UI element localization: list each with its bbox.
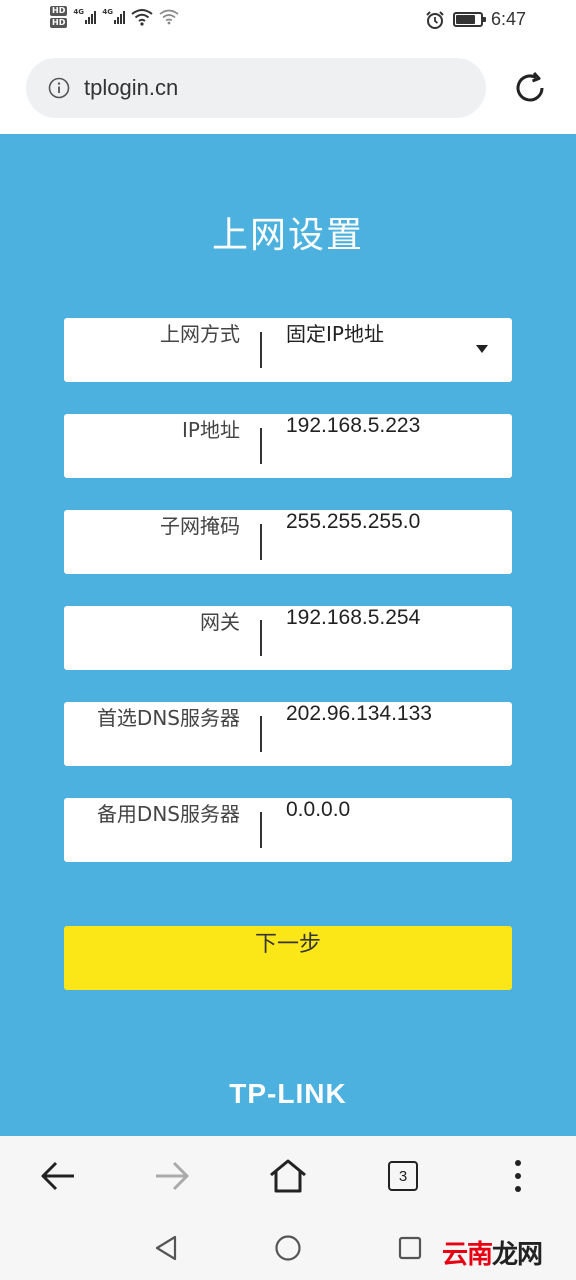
back-button[interactable]: [36, 1154, 80, 1198]
hd-icon: HD HD: [50, 6, 68, 28]
field-value[interactable]: 固定IP地址: [286, 318, 384, 382]
tabs-icon[interactable]: 3: [388, 1161, 418, 1191]
secondary-dns-field[interactable]: 备用DNS服务器 0.0.0.0: [64, 798, 512, 862]
ip-address-field[interactable]: IP地址 192.168.5.223: [64, 414, 512, 478]
hd-label: HD: [50, 6, 68, 16]
divider: [260, 332, 262, 368]
field-value[interactable]: 255.255.255.0: [286, 510, 420, 574]
field-label: 网关: [200, 610, 240, 634]
circle-home-icon[interactable]: [274, 1234, 302, 1262]
connection-type-select[interactable]: 上网方式 固定IP地址: [64, 318, 512, 382]
forward-button[interactable]: [150, 1154, 194, 1198]
page-title: 上网设置: [211, 215, 364, 256]
field-value[interactable]: 202.96.134.133: [286, 702, 432, 766]
home-icon[interactable]: [268, 1158, 308, 1194]
next-button[interactable]: 下一步: [64, 926, 512, 990]
field-label: IP地址: [182, 418, 240, 442]
system-recents-button[interactable]: [390, 1228, 430, 1268]
hd-label: HD: [50, 18, 68, 28]
field-value[interactable]: 192.168.5.223: [286, 414, 420, 478]
reload-icon[interactable]: [512, 70, 548, 106]
field-value[interactable]: 0.0.0.0: [286, 798, 350, 862]
alarm-icon: [426, 10, 444, 29]
field-label: 备用DNS服务器: [96, 802, 240, 826]
wifi-icon: [131, 9, 153, 26]
signal-icon: 4G: [102, 8, 126, 24]
divider: [260, 428, 262, 464]
divider: [260, 524, 262, 560]
status-right: 6:47: [425, 9, 526, 30]
address-bar[interactable]: tplogin.cn: [26, 58, 486, 118]
more-menu-button[interactable]: [496, 1154, 540, 1198]
triangle-back-icon[interactable]: [153, 1234, 179, 1262]
field-value[interactable]: 192.168.5.254: [286, 606, 420, 670]
home-button[interactable]: [266, 1154, 310, 1198]
wifi-hotspot-icon: [159, 9, 179, 25]
signal-icon: 4G: [73, 8, 97, 24]
browser-nav-bar: 3: [0, 1136, 576, 1216]
divider: [260, 812, 262, 848]
dropdown-arrow-icon[interactable]: [476, 345, 488, 353]
watermark-logo: 云南龙网: [441, 1240, 543, 1270]
system-home-button[interactable]: [268, 1228, 308, 1268]
gateway-field[interactable]: 网关 192.168.5.254: [64, 606, 512, 670]
status-bar: HD HD 4G 4G 6:47: [0, 0, 576, 44]
field-label: 子网掩码: [160, 514, 240, 538]
system-back-button[interactable]: [146, 1228, 186, 1268]
field-label: 首选DNS服务器: [96, 706, 240, 730]
brand-logo: TP-LINK: [229, 1078, 347, 1109]
url-text[interactable]: tplogin.cn: [84, 75, 178, 101]
forward-icon[interactable]: [154, 1160, 190, 1192]
divider: [260, 716, 262, 752]
system-nav-bar: 云南龙网: [0, 1216, 576, 1280]
back-icon[interactable]: [40, 1160, 76, 1192]
divider: [260, 620, 262, 656]
tabs-button[interactable]: 3: [381, 1154, 425, 1198]
square-recents-icon[interactable]: [397, 1235, 423, 1261]
field-label: 上网方式: [160, 322, 240, 346]
more-icon[interactable]: [514, 1159, 522, 1193]
status-left: HD HD 4G 4G: [50, 6, 179, 28]
info-icon[interactable]: [48, 77, 70, 99]
primary-dns-field[interactable]: 首选DNS服务器 202.96.134.133: [64, 702, 512, 766]
battery-icon: [452, 12, 486, 27]
clock: 6:47: [490, 9, 526, 29]
subnet-mask-field[interactable]: 子网掩码 255.255.255.0: [64, 510, 512, 574]
